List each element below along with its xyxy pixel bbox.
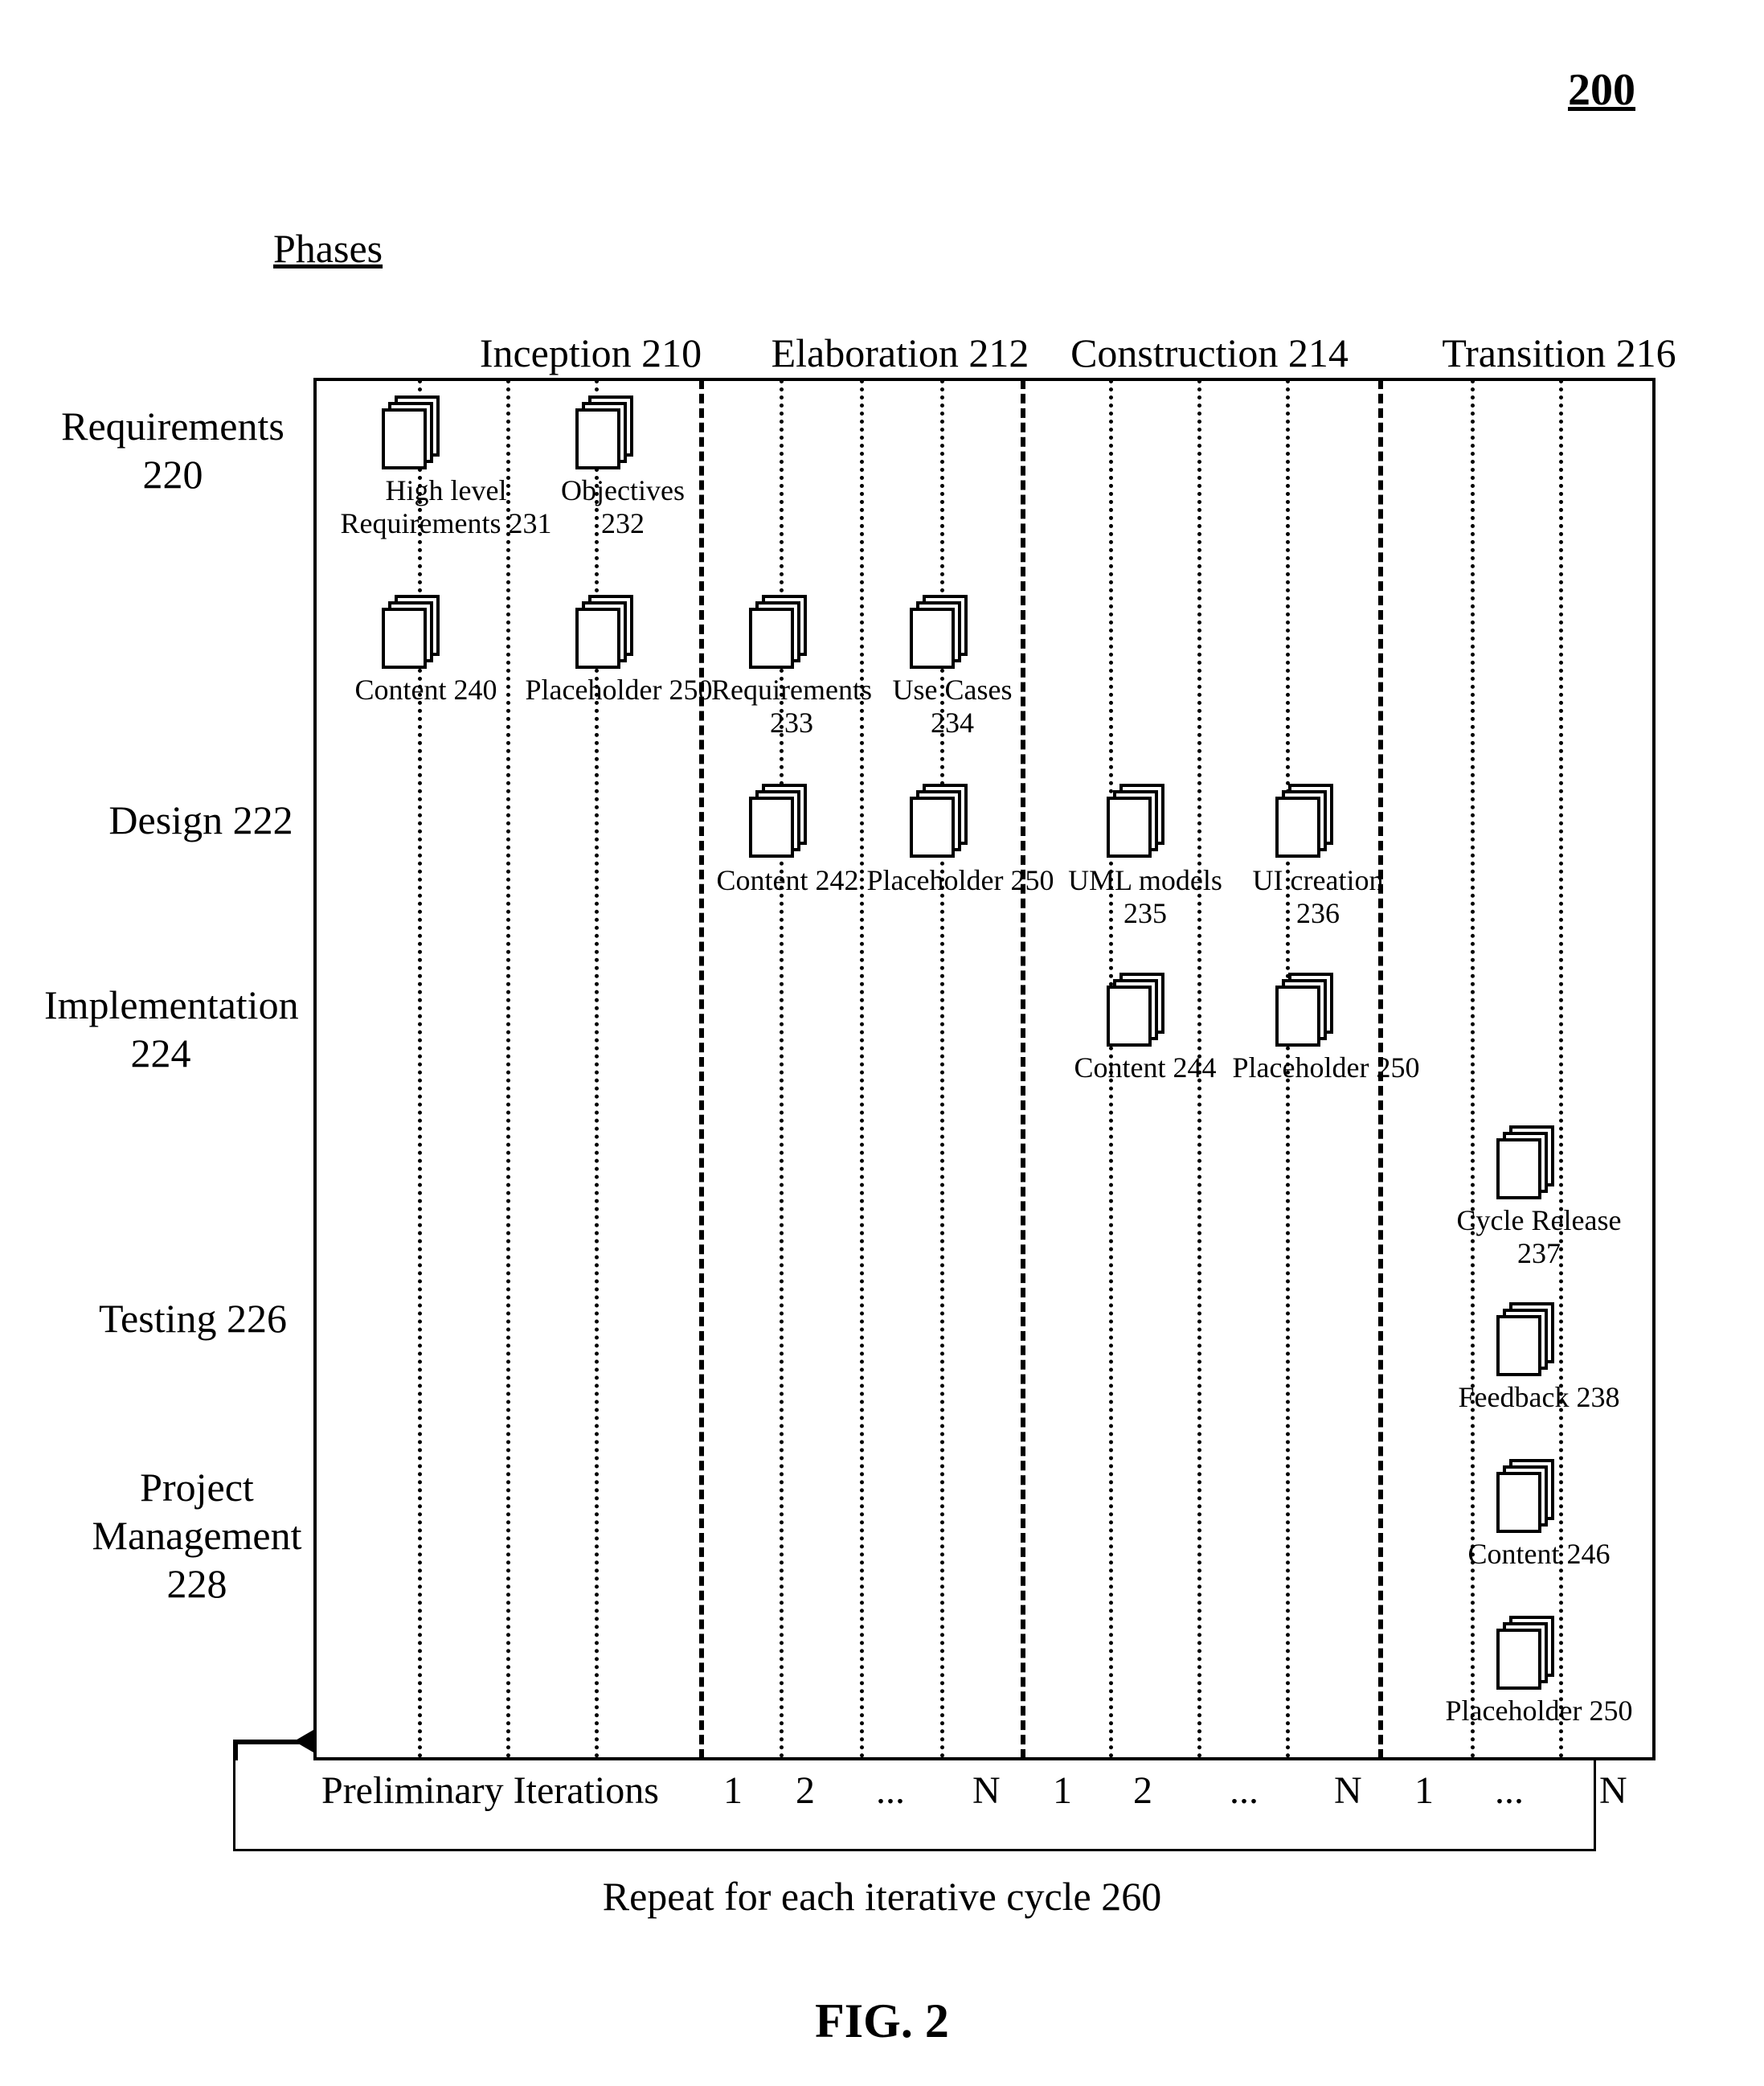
iter-line-inception-2 [595, 379, 599, 1759]
artifact-label-ui-creation: UI creation236 [1242, 864, 1394, 931]
artifact-placeholder-250-c-icon [1275, 986, 1333, 1059]
row-label-requirements: Requirements220 [56, 402, 289, 498]
figure-number: 200 [1568, 64, 1635, 116]
artifact-label-content-242: Content 242 [699, 864, 876, 897]
artifact-label-placeholder-250-c: Placeholder 250 [1222, 1051, 1430, 1084]
col-sep-elaboration [1021, 379, 1025, 1759]
artifact-content-242-icon [749, 797, 807, 871]
artifact-high-level-req-icon [382, 408, 440, 482]
artifact-objectives-icon [575, 408, 633, 482]
iter-label-transition-2: N [1599, 1768, 1627, 1813]
artifact-placeholder-250-a-icon [575, 608, 633, 682]
repeat-caption: Repeat for each iterative cycle 260 [0, 1873, 1764, 1920]
figure-caption: FIG. 2 [0, 1994, 1764, 2049]
row-label-design: Design 222 [84, 796, 317, 844]
row-label-testing: Testing 226 [76, 1294, 309, 1342]
artifact-label-uml-models: UML models235 [1057, 864, 1234, 931]
artifact-feedback-icon [1496, 1315, 1554, 1389]
repeat-loop-line [233, 1760, 1596, 1851]
repeat-loop-left-rise [233, 1740, 238, 1760]
artifact-placeholder-250-b-icon [910, 797, 968, 871]
artifact-label-content-240: Content 240 [338, 674, 514, 707]
artifact-label-objectives: Objectives232 [555, 474, 691, 541]
artifact-label-placeholder-250-d: Placeholder 250 [1435, 1695, 1643, 1727]
artifact-label-feedback: Feedback 238 [1443, 1381, 1635, 1414]
artifact-cycle-release-icon [1496, 1138, 1554, 1212]
artifact-use-cases-icon [910, 608, 968, 682]
artifact-label-placeholder-250-a: Placeholder 250 [514, 674, 723, 707]
artifact-label-use-cases: Use Cases234 [880, 674, 1025, 740]
iter-line-elaboration-0 [780, 379, 784, 1759]
artifact-label-cycle-release: Cycle Release237 [1443, 1204, 1635, 1271]
artifact-label-content-244: Content 244 [1057, 1051, 1234, 1084]
row-label-implementation: Implementation224 [44, 981, 277, 1077]
artifact-label-content-246: Content 246 [1447, 1538, 1631, 1571]
artifact-content-246-icon [1496, 1472, 1554, 1546]
artifact-label-requirements-233: Requirements233 [699, 674, 884, 740]
col-sep-inception [699, 379, 704, 1759]
col-head-elaboration: Elaboration 212 [755, 330, 1045, 376]
row-label-project-mgmt: ProjectManagement228 [80, 1463, 313, 1608]
artifact-content-244-icon [1107, 986, 1164, 1059]
artifact-content-240-icon [382, 608, 440, 682]
phases-heading: Phases [273, 225, 383, 272]
iter-line-elaboration-1 [860, 379, 864, 1759]
iter-line-inception-0 [418, 379, 422, 1759]
iter-line-inception-1 [506, 379, 510, 1759]
artifact-placeholder-250-d-icon [1496, 1629, 1554, 1703]
col-head-inception: Inception 210 [446, 330, 735, 376]
artifact-label-placeholder-250-b: Placeholder 250 [856, 864, 1065, 897]
artifact-uml-models-icon [1107, 797, 1164, 871]
artifact-label-high-level-req: High levelRequirements 231 [334, 474, 559, 541]
artifact-ui-creation-icon [1275, 797, 1333, 871]
col-head-construction: Construction 214 [1065, 330, 1354, 376]
repeat-loop-left-stub [233, 1740, 313, 1744]
col-head-transition: Transition 216 [1414, 330, 1704, 376]
artifact-requirements-233-icon [749, 608, 807, 682]
iter-line-elaboration-2 [940, 379, 944, 1759]
